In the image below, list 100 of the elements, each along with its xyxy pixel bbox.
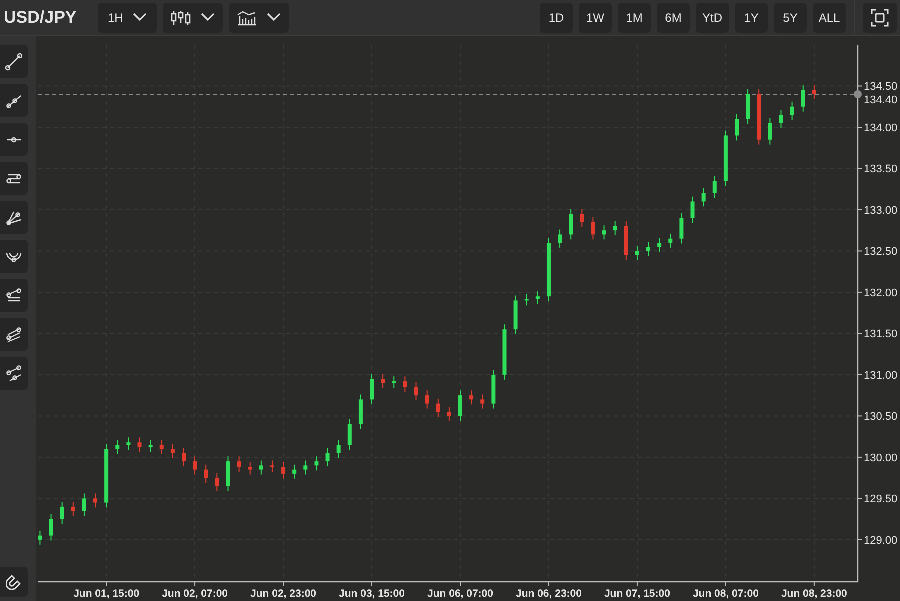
candlestick [358,394,363,430]
candlestick [635,246,640,261]
candlestick [148,440,153,453]
candlestick [668,233,673,248]
candlestick [591,216,596,240]
candlestick [38,530,42,546]
fullscreen-icon [871,8,889,26]
channel-lines-icon [5,326,23,344]
range-button[interactable]: 1W [579,2,612,32]
candlestick [282,462,286,480]
drawing-tool-button[interactable] [0,279,28,312]
candlestick [392,376,396,389]
candlestick [193,456,198,476]
candlestick [94,493,98,508]
range-button[interactable]: 1M [618,2,651,32]
range-button[interactable]: 1Y [735,2,768,32]
drawing-tool-button[interactable] [0,123,28,156]
bar-chart-icon [237,10,258,26]
candlestick [104,444,109,508]
y-axis-label: 133.50 [864,164,898,176]
range-button[interactable]: 6M [657,2,690,32]
trend-line-icon [5,52,23,70]
candlestick [602,225,606,240]
y-axis-label: 131.00 [864,370,898,382]
candlestick [546,238,551,302]
x-axis-label: Jun 01, 15:00 [74,588,140,600]
candlestick [524,294,529,306]
candlestick [558,229,562,248]
y-axis-label: 133.00 [864,204,898,217]
x-axis-label: Jun 08, 23:00 [781,588,848,600]
last-price-dot [854,90,862,98]
range-button[interactable]: 5Y [774,2,807,32]
fullscreen-button[interactable] [863,2,897,32]
last-price-label: 134.40 [864,94,898,106]
indicators-dropdown[interactable] [229,2,290,32]
interval-dropdown[interactable]: 1H [98,2,158,32]
range-button[interactable]: ALL [813,2,846,32]
candlestick [702,188,706,208]
drawing-tool-button[interactable] [0,357,28,390]
candlestick [248,462,252,476]
candlestick [613,221,618,236]
candlestick [259,460,264,476]
candlestick [580,208,584,228]
candlestick [447,406,452,422]
chevron-down-icon [201,13,216,22]
y-axis-label: 134.50 [864,81,898,94]
chevron-down-icon [267,13,282,22]
x-axis-label: Jun 03, 15:00 [339,588,405,600]
candlestick [536,291,540,305]
candlestick [370,374,374,406]
candlestick [436,398,440,418]
candlestick [71,501,76,516]
drawing-tool-button[interactable] [0,162,28,195]
x-axis-label: Jun 07, 15:00 [604,588,670,600]
candlestick [812,84,816,100]
candlestick [326,448,330,468]
candlestick [724,130,728,187]
drawing-tool-button[interactable] [0,84,28,117]
y-axis-label: 129.00 [864,534,898,547]
chevron-down-icon [133,13,148,22]
candlestick [126,437,131,451]
candlestick [801,84,806,112]
candlestick [624,221,628,261]
candlestick [746,89,750,125]
drawing-tool-button[interactable] [0,45,28,78]
x-axis-label: Jun 06, 23:00 [516,588,582,600]
candlestick [116,440,120,455]
candlestick [82,493,86,516]
drawing-tool-button[interactable] [0,318,28,351]
candlestick [403,376,408,393]
candlestick [492,370,496,410]
range-button[interactable]: YtD [696,2,729,32]
candlestick [425,390,430,410]
candlestick [237,456,242,473]
horizontal-line-icon [6,136,22,142]
chart-type-dropdown[interactable] [163,2,224,32]
drawing-tool-button[interactable] [0,240,28,273]
y-axis-label: 132.00 [864,287,898,300]
magnet-button[interactable] [0,567,28,597]
candlestick [138,437,142,453]
y-axis-label: 132.50 [864,246,898,258]
candlestick [336,440,341,459]
candlestick [779,110,784,129]
y-axis-label: 134.00 [864,122,898,134]
symbol-title: USD/JPY [4,6,78,29]
candlestick [646,242,651,257]
pitchfork-icon [5,286,23,304]
candlestick [292,464,297,480]
candlestick [514,295,518,336]
candlestick [735,114,739,142]
candlestick-icon [171,10,192,26]
candlestick [569,208,574,240]
candlestick [712,176,717,199]
candlestick [790,101,794,121]
drawing-tool-button[interactable] [0,201,28,234]
candlestick [768,118,772,146]
range-button[interactable]: 1D [540,2,573,32]
candlestick [502,324,507,380]
candlestick [680,212,684,244]
candlestick [215,472,220,492]
